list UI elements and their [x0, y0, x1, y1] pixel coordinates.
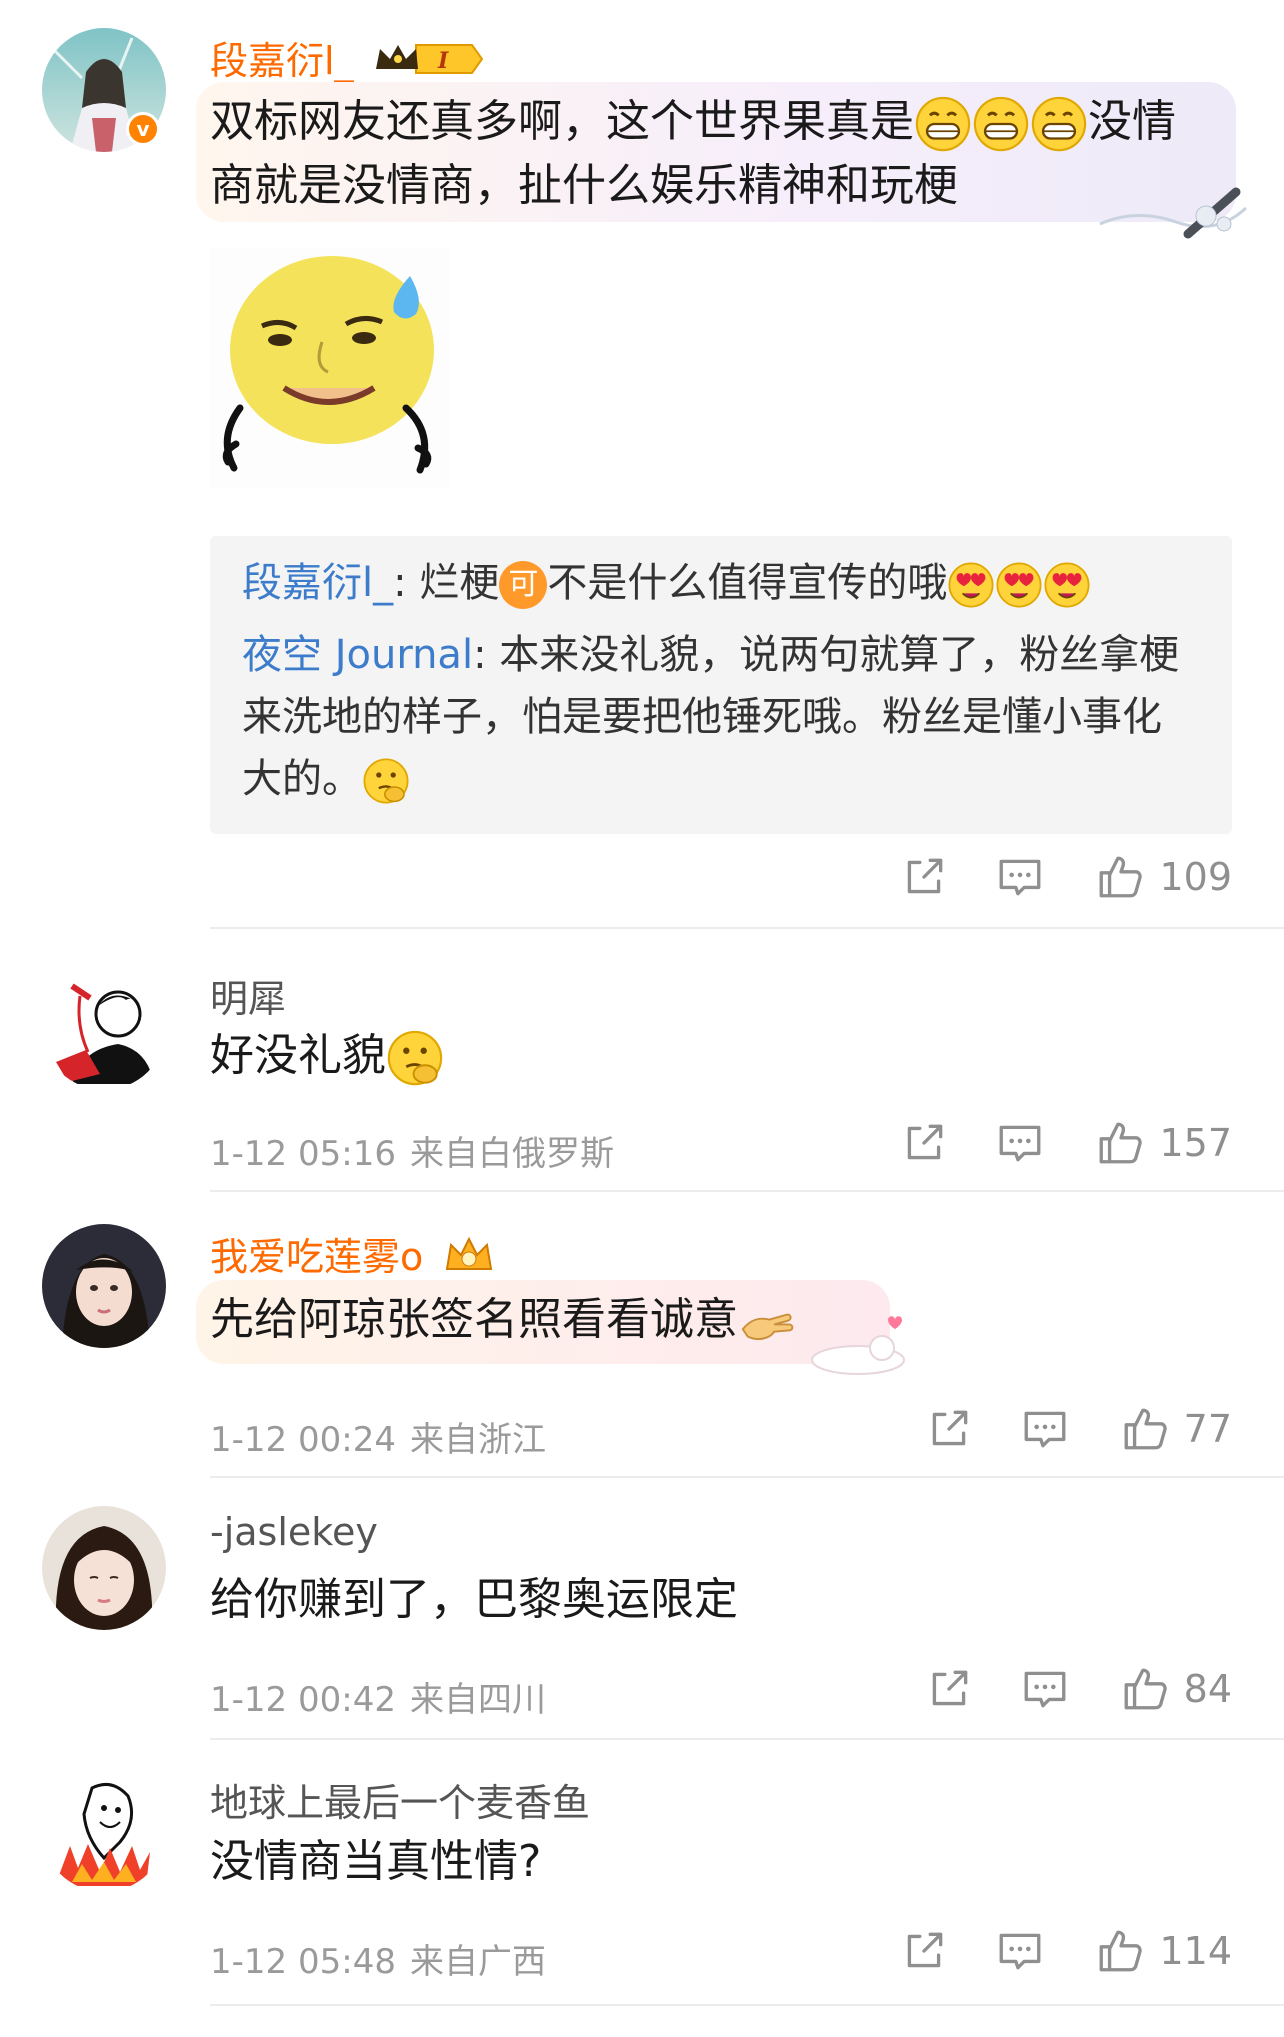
like-count: 157 — [1159, 1121, 1232, 1165]
share-button[interactable] — [924, 1404, 974, 1454]
comment-icon — [995, 1926, 1045, 1976]
ke-badge-icon: 可 — [499, 561, 548, 609]
reply-item: 夜空 Journal: 本来没礼貌，说两句就算了，粉丝拿梗 来洗地的样子，怕是要… — [242, 624, 1212, 810]
crown-badge-icon: I — [372, 39, 484, 88]
avatar[interactable] — [42, 966, 166, 1090]
thumbs-up-icon — [1095, 1118, 1145, 1168]
comment-location: 来自四川 — [409, 1680, 546, 1720]
like-button[interactable]: 114 — [1095, 1926, 1232, 1976]
comment-text: 给你赚到了，巴黎奥运限定 — [210, 1574, 738, 1625]
avatar[interactable] — [42, 1506, 166, 1630]
heart-eyes-emoji — [1043, 561, 1091, 609]
reply-button[interactable] — [1020, 1664, 1070, 1714]
reply-item: 段嘉衍l_: 烂梗可不是什么值得宣传的哦 — [242, 552, 1091, 614]
grin-emoji — [1030, 95, 1088, 153]
grin-emoji — [914, 95, 972, 153]
comment-location: 来自浙江 — [409, 1420, 546, 1460]
comment-icon — [995, 1118, 1045, 1168]
share-button[interactable] — [899, 1926, 949, 1976]
comment-item: -jaslekey 给你赚到了，巴黎奥运限定 1-12 00:42 来自四川 84 — [0, 1478, 1284, 1740]
comment-text: 双标网友还真多啊，这个世界果真是 没情 商就是没情商，扯什么娱乐精神和玩梗 — [210, 95, 1176, 211]
thumbs-up-icon — [1120, 1664, 1170, 1714]
comment-icon — [1020, 1404, 1070, 1454]
comment-item: 地球上最后一个麦香鱼 没情商当真性情? 1-12 05:48 来自广西 114 — [0, 1740, 1284, 2037]
comment-actions: 157 — [899, 1118, 1232, 1168]
reply-button[interactable] — [1020, 1404, 1070, 1454]
thumbs-up-icon — [1095, 852, 1145, 902]
thumbs-up-icon — [1095, 1926, 1145, 1976]
comment-meta: 1-12 05:16 来自白俄罗斯 — [210, 1126, 614, 1175]
like-count: 84 — [1183, 1667, 1232, 1711]
heart-eyes-emoji — [947, 561, 995, 609]
share-icon — [899, 852, 949, 902]
reply-preview-box[interactable]: 段嘉衍l_: 烂梗可不是什么值得宣传的哦 夜空 Journal: 本来没礼貌，说… — [210, 536, 1232, 834]
comment-actions: 109 — [899, 852, 1232, 902]
comment-location: 来自白俄罗斯 — [409, 1134, 614, 1174]
bubble-decoration — [811, 1316, 905, 1375]
comment-actions: 77 — [924, 1404, 1232, 1454]
heart-eyes-emoji — [995, 561, 1043, 609]
comment-meta: 1-12 00:42 来自四川 — [210, 1672, 546, 1721]
comment-author[interactable]: 明犀 — [210, 968, 286, 1023]
grin-emoji — [972, 95, 1030, 153]
share-button[interactable] — [924, 1664, 974, 1714]
reply-author[interactable]: 段嘉衍l_ — [242, 560, 393, 606]
comment-item: v 段嘉衍l_ I 双标网友还真多啊，这个世界果真是 没情 商就是没情商，扯什么娱… — [0, 0, 1284, 930]
crown-badge-icon — [441, 1233, 497, 1286]
comment-item: 明犀 好没礼貌 1-12 05:16 来自白俄罗斯 157 — [0, 930, 1284, 1192]
comment-time: 1-12 05:16 — [210, 1134, 396, 1174]
comment-meta: 1-12 05:48 来自广西 — [210, 1934, 546, 1983]
like-count: 77 — [1183, 1407, 1232, 1451]
reply-button[interactable] — [995, 1926, 1045, 1976]
comment-actions: 84 — [924, 1664, 1232, 1714]
comment-time: 1-12 00:24 — [210, 1420, 396, 1460]
comment-item: 我爱吃莲雾o 先给阿琼张签名照看看诚意 1-12 00:24 来自浙江 77 — [0, 1192, 1284, 1478]
share-button[interactable] — [899, 1118, 949, 1168]
thinking-emoji — [362, 757, 410, 805]
comment-text: 先给阿琼张签名照看看诚意 — [210, 1288, 796, 1352]
like-button[interactable]: 157 — [1095, 1118, 1232, 1168]
share-icon — [899, 1118, 949, 1168]
comment-author[interactable]: 地球上最后一个麦香鱼 — [210, 1772, 590, 1827]
svg-text:I: I — [437, 48, 449, 74]
thinking-emoji — [386, 1029, 444, 1087]
comment-meta: 1-12 00:24 来自浙江 — [210, 1412, 546, 1461]
comment-icon — [995, 852, 1045, 902]
thumbs-up-icon — [1120, 1404, 1170, 1454]
comment-author[interactable]: 段嘉衍l_ I — [210, 30, 484, 88]
like-button[interactable]: 109 — [1095, 852, 1232, 902]
comment-author[interactable]: -jaslekey — [210, 1510, 378, 1554]
share-icon — [924, 1664, 974, 1714]
comment-icon — [1020, 1664, 1070, 1714]
comment-time: 1-12 05:48 — [210, 1942, 396, 1982]
comment-location: 来自广西 — [409, 1942, 546, 1982]
avatar[interactable] — [42, 1224, 166, 1348]
share-icon — [899, 1926, 949, 1976]
share-button[interactable] — [899, 852, 949, 902]
divider — [210, 2004, 1284, 2006]
avatar[interactable] — [42, 1768, 166, 1892]
comment-author[interactable]: 我爱吃莲雾o — [210, 1226, 497, 1286]
comment-time: 1-12 00:42 — [210, 1680, 396, 1720]
like-count: 114 — [1159, 1929, 1232, 1973]
verified-badge-icon: v — [126, 112, 160, 146]
share-icon — [924, 1404, 974, 1454]
reply-button[interactable] — [995, 1118, 1045, 1168]
like-button[interactable]: 84 — [1120, 1664, 1232, 1714]
comment-text: 没情商当真性情? — [210, 1836, 542, 1887]
reply-button[interactable] — [995, 852, 1045, 902]
comment-actions: 114 — [899, 1926, 1232, 1976]
like-button[interactable]: 77 — [1120, 1404, 1232, 1454]
divider — [210, 927, 1284, 929]
fist-hand-emoji — [738, 1297, 796, 1347]
sticker-image[interactable] — [210, 248, 450, 488]
comment-text: 好没礼貌 — [210, 1024, 444, 1088]
like-count: 109 — [1159, 855, 1232, 899]
reply-author[interactable]: 夜空 Journal — [242, 632, 473, 678]
